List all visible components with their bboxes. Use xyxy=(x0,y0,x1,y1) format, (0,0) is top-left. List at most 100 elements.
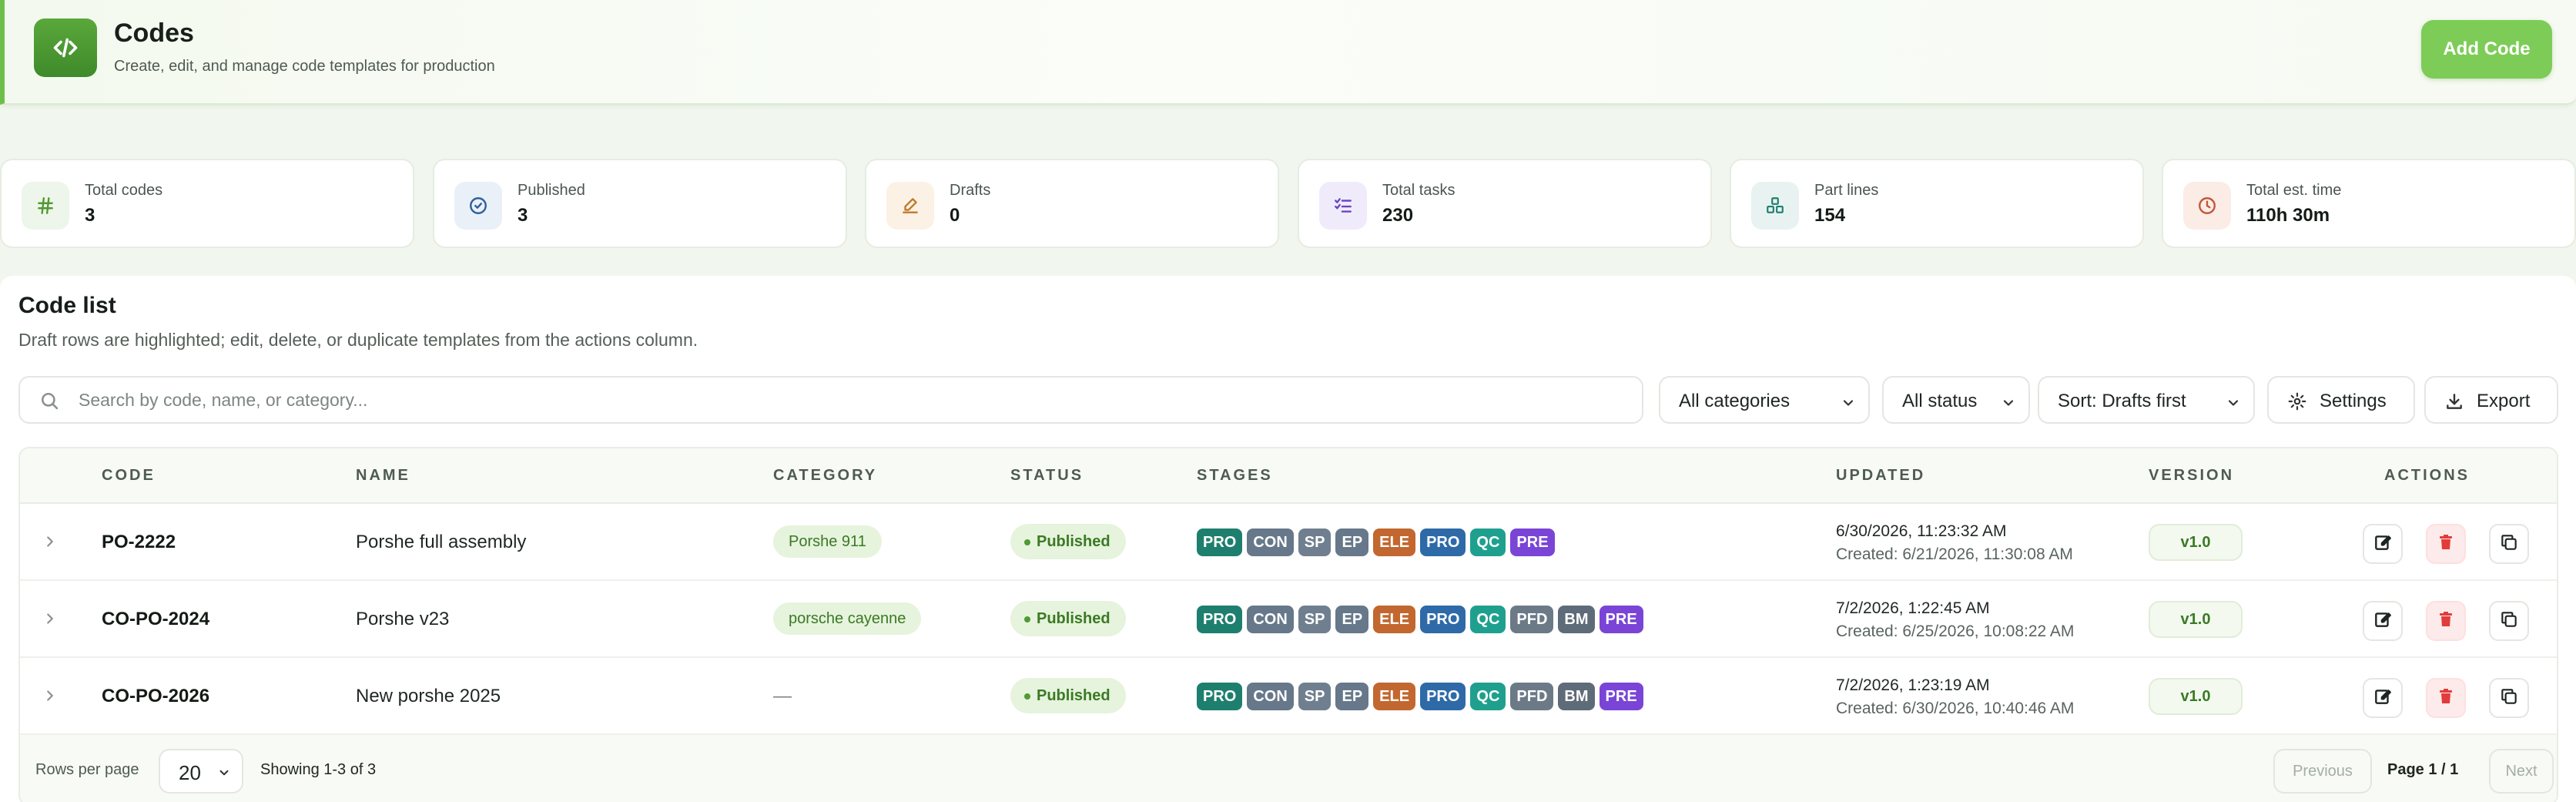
column-header-stages: STAGES xyxy=(1197,467,1273,484)
stat-card-published: Published 3 xyxy=(433,159,847,248)
stage-badge: ELE xyxy=(1373,606,1416,633)
stage-badge: CON xyxy=(1247,606,1294,633)
stat-label: Total tasks xyxy=(1382,182,1455,199)
chevron-down-icon xyxy=(1841,394,1856,416)
chevron-down-icon xyxy=(2226,394,2241,416)
code-cell: PO-2222 xyxy=(102,532,176,552)
duplicate-button[interactable] xyxy=(2489,524,2529,564)
sort-select[interactable]: Sort: Drafts first xyxy=(2038,376,2255,424)
name-cell: New porshe 2025 xyxy=(356,686,501,706)
table-row[interactable]: CO-PO-2024 Porshe v23 porsche cayenne Pu… xyxy=(20,581,2557,658)
code-list-panel: Code list Draft rows are highlighted; ed… xyxy=(0,276,2576,802)
stage-badge: PRO xyxy=(1420,683,1466,710)
checklist-icon xyxy=(1319,182,1367,230)
stat-card-total-tasks: Total tasks 230 xyxy=(1298,159,1712,248)
page-subtitle: Create, edit, and manage code templates … xyxy=(114,58,495,75)
stat-value: 230 xyxy=(1382,205,1414,226)
page-indicator: Page 1 / 1 xyxy=(2387,761,2459,778)
column-header-name[interactable]: NAME xyxy=(356,467,410,485)
status-badge: Published xyxy=(1010,524,1126,559)
chevron-down-icon xyxy=(217,766,231,784)
status-badge: Published xyxy=(1010,601,1126,636)
chevron-right-icon[interactable] xyxy=(42,610,59,627)
category-badge: Porshe 911 xyxy=(773,525,882,558)
edit-icon xyxy=(2373,609,2393,633)
sort-value: Sort: Drafts first xyxy=(2058,391,2186,411)
stage-badge: ELE xyxy=(1373,529,1416,556)
stage-badge: PRE xyxy=(1599,606,1643,633)
category-empty: — xyxy=(773,686,792,706)
section-title: Code list xyxy=(18,293,116,318)
stage-badge: PFD xyxy=(1510,606,1554,633)
codes-table: CODE NAME CATEGORY STATUS STAGES UPDATED… xyxy=(18,447,2558,802)
edit-button[interactable] xyxy=(2363,678,2403,718)
search-input[interactable] xyxy=(79,382,1619,418)
previous-page-button[interactable]: Previous xyxy=(2273,749,2372,794)
status-dot xyxy=(1024,693,1030,700)
trash-icon xyxy=(2437,687,2455,710)
edit-icon xyxy=(2373,532,2393,556)
stage-badge: SP xyxy=(1298,683,1332,710)
trash-icon xyxy=(2437,533,2455,555)
copy-icon xyxy=(2499,532,2519,556)
column-header-code[interactable]: CODE xyxy=(102,467,156,485)
column-header-updated[interactable]: UPDATED xyxy=(1836,467,1925,485)
duplicate-button[interactable] xyxy=(2489,601,2529,641)
stages-list: PRO CON SP EP ELE PRO QC PFD BM PRE xyxy=(1197,683,1643,710)
table-row[interactable]: CO-PO-2026 New porshe 2025 — Published P… xyxy=(20,658,2557,735)
settings-button[interactable]: Settings xyxy=(2267,376,2415,424)
stage-badge: PRE xyxy=(1599,683,1643,710)
stage-badge: PRO xyxy=(1420,529,1466,556)
stat-label: Published xyxy=(518,182,585,199)
stage-badge: EP xyxy=(1335,683,1369,710)
stat-card-total-codes: Total codes 3 xyxy=(0,159,414,248)
stat-label: Total est. time xyxy=(2246,182,2342,199)
category-filter[interactable]: All categories xyxy=(1659,376,1870,424)
copy-icon xyxy=(2499,686,2519,710)
stage-badge: QC xyxy=(1470,606,1506,633)
page-title: Codes xyxy=(114,18,194,48)
stat-label: Part lines xyxy=(1814,182,1879,199)
export-button[interactable]: Export xyxy=(2424,376,2558,424)
add-code-button[interactable]: Add Code xyxy=(2421,20,2552,79)
version-badge: v1.0 xyxy=(2149,524,2243,561)
stages-list: PRO CON SP EP ELE PRO QC PRE xyxy=(1197,529,1555,556)
stage-badge: CON xyxy=(1247,683,1294,710)
search-icon xyxy=(39,390,60,415)
gear-icon xyxy=(2287,391,2307,417)
stage-badge: PRO xyxy=(1197,683,1243,710)
table-row[interactable]: PO-2222 Porshe full assembly Porshe 911 … xyxy=(20,504,2557,581)
updated-date: 7/2/2026, 1:23:19 AM xyxy=(1836,676,1990,694)
download-icon xyxy=(2444,391,2464,417)
status-filter[interactable]: All status xyxy=(1882,376,2030,424)
stage-badge: PRO xyxy=(1197,529,1243,556)
stage-badge: BM xyxy=(1558,606,1595,633)
stage-badge: PRE xyxy=(1510,529,1555,556)
trash-icon xyxy=(2437,610,2455,633)
delete-button[interactable] xyxy=(2426,601,2466,641)
stage-badge: EP xyxy=(1335,529,1369,556)
copy-icon xyxy=(2499,609,2519,633)
settings-label: Settings xyxy=(2320,391,2387,411)
next-page-button[interactable]: Next xyxy=(2489,749,2554,794)
stage-badge: QC xyxy=(1470,683,1506,710)
stage-badge: PFD xyxy=(1510,683,1554,710)
edit-icon xyxy=(2373,686,2393,710)
check-circle-icon xyxy=(454,182,502,230)
created-date: Created: 6/25/2026, 10:08:22 AM xyxy=(1836,622,2075,640)
edit-button[interactable] xyxy=(2363,601,2403,641)
delete-button[interactable] xyxy=(2426,524,2466,564)
page-header: Codes Create, edit, and manage code temp… xyxy=(0,0,2576,105)
column-header-category[interactable]: CATEGORY xyxy=(773,467,877,485)
rows-per-page-select[interactable]: 20 xyxy=(159,749,243,794)
stat-value: 3 xyxy=(518,205,528,226)
delete-button[interactable] xyxy=(2426,678,2466,718)
column-header-status[interactable]: STATUS xyxy=(1010,467,1084,485)
chevron-right-icon[interactable] xyxy=(42,533,59,550)
column-header-actions: ACTIONS xyxy=(2384,467,2470,484)
duplicate-button[interactable] xyxy=(2489,678,2529,718)
chevron-right-icon[interactable] xyxy=(42,687,59,704)
search-box[interactable] xyxy=(18,376,1643,424)
edit-button[interactable] xyxy=(2363,524,2403,564)
stage-badge: SP xyxy=(1298,606,1332,633)
